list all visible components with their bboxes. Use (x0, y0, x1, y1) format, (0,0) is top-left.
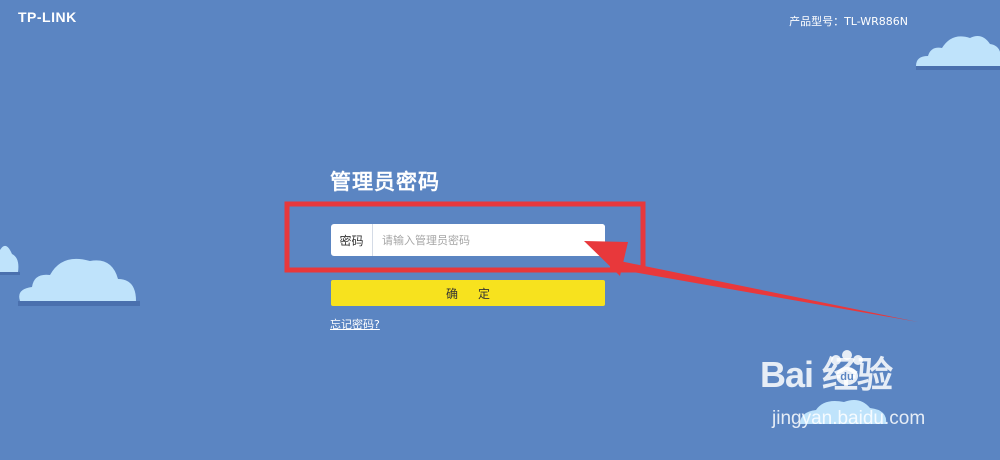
watermark-url: jingyan.baidu.com (772, 408, 926, 429)
svg-text:du: du (840, 371, 853, 383)
annotation-arrow (610, 259, 918, 322)
paw-icon: du (831, 350, 863, 385)
highlight-box (284, 201, 646, 273)
baidu-watermark: Bai 经验 du jingyan.baidu.com (760, 346, 990, 446)
